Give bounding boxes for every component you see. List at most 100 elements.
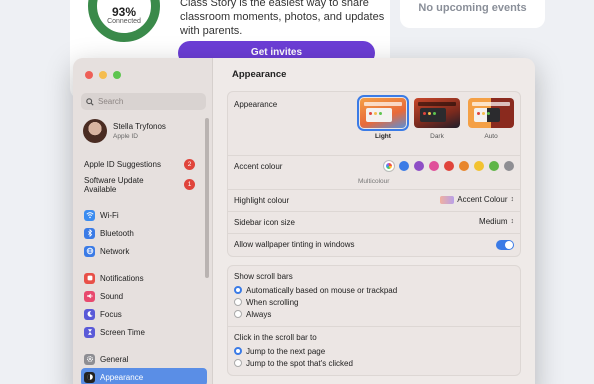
highlight-colour-label: Highlight colour xyxy=(234,196,290,205)
radio-scroll-always[interactable]: Always xyxy=(234,308,514,320)
speaker-icon xyxy=(84,290,95,302)
sidebar-icon-size-row: Sidebar icon size Medium ↕ xyxy=(228,212,520,234)
page-title: Appearance xyxy=(232,69,287,80)
click-scroll-bar-title: Click in the scroll bar to xyxy=(234,333,317,342)
notification-badge: 1 xyxy=(184,179,195,190)
click-scroll-bar-row: Click in the scroll bar to Jump to the n… xyxy=(228,327,520,375)
wallpaper-tinting-toggle[interactable] xyxy=(496,240,514,250)
radio-jump-next-page[interactable]: Jump to the next page xyxy=(234,345,514,357)
sidebar-item-notifications[interactable]: Notifications xyxy=(81,269,207,287)
sidebar-icon-size-value: Medium xyxy=(479,217,508,226)
notices-list: Apple ID Suggestions 2 Software Update A… xyxy=(81,155,207,197)
dark-preview xyxy=(414,98,460,128)
sidebar-item-label: Apple ID Suggestions xyxy=(84,159,161,169)
sidebar-item-label: Software Update Available xyxy=(84,176,144,194)
close-window-button[interactable] xyxy=(85,71,93,79)
accent-colour-row: Accent colour Multicolour xyxy=(228,156,520,190)
apple-id-profile[interactable]: Stella Tryfonos Apple ID xyxy=(83,119,166,143)
accent-swatch-orange[interactable] xyxy=(459,161,469,171)
appearance-option-label: Auto xyxy=(484,133,498,140)
ring-percent: 93% xyxy=(111,5,137,19)
sidebar-item-sound[interactable]: Sound xyxy=(81,287,207,305)
appearance-option-dark[interactable]: Dark xyxy=(414,98,460,140)
system-settings-window: Search Stella Tryfonos Apple ID Apple ID… xyxy=(73,58,535,384)
appearance-option-light[interactable]: Light xyxy=(357,95,409,140)
moon-icon xyxy=(84,308,95,320)
ring-label: Connected xyxy=(107,18,141,25)
accent-swatch-pink[interactable] xyxy=(429,161,439,171)
search-placeholder: Search xyxy=(98,97,124,106)
bluetooth-icon xyxy=(84,227,95,239)
sidebar-item-appearance[interactable]: Appearance xyxy=(81,368,207,384)
notification-badge: 2 xyxy=(184,159,195,170)
appearance-options: Light Dark Auto xyxy=(357,95,514,140)
show-scroll-bars-title: Show scroll bars xyxy=(234,272,293,281)
appearance-option-label: Dark xyxy=(430,133,444,140)
sidebar-scrollbar[interactable] xyxy=(205,118,209,278)
general-group: General Appearance xyxy=(81,350,207,384)
accent-colour-picker xyxy=(384,161,514,171)
radio-scroll-when-scrolling[interactable]: When scrolling xyxy=(234,296,514,308)
search-icon xyxy=(86,97,94,106)
sidebar-item-focus[interactable]: Focus xyxy=(81,305,207,323)
notifications-group: Notifications Sound Focus Screen Time xyxy=(81,269,207,341)
sidebar-item-label: Appearance xyxy=(100,372,144,382)
highlight-swatch xyxy=(440,195,455,204)
sidebar-item-bluetooth[interactable]: Bluetooth xyxy=(81,224,207,242)
appearance-option-auto[interactable]: Auto xyxy=(468,98,514,140)
highlight-colour-row: Highlight colour Accent Colour ↕ xyxy=(228,190,520,212)
sidebar-item-screen-time[interactable]: Screen Time xyxy=(81,323,207,341)
sidebar-icon-size-select[interactable]: Medium ↕ xyxy=(479,217,514,226)
chevron-updown-icon: ↕ xyxy=(510,196,515,203)
class-story-text: Class Story is the easiest way to share … xyxy=(180,0,385,37)
sidebar-item-label: Focus xyxy=(100,309,122,319)
radio-scroll-automatic[interactable]: Automatically based on mouse or trackpad xyxy=(234,284,514,296)
auto-preview xyxy=(468,98,514,128)
radio-label: Jump to the spot that's clicked xyxy=(246,358,353,368)
radio-label: Jump to the next page xyxy=(246,346,326,356)
search-input[interactable]: Search xyxy=(81,93,206,110)
radio-label: When scrolling xyxy=(246,297,299,307)
network-group: Wi-Fi Bluetooth Network xyxy=(81,206,207,260)
highlight-colour-select[interactable]: Accent Colour ↕ xyxy=(440,195,514,204)
accent-swatch-multicolour[interactable] xyxy=(384,161,394,171)
radio-label: Automatically based on mouse or trackpad xyxy=(246,285,398,295)
upcoming-events-card: No upcoming events xyxy=(400,0,545,28)
multicolour-caption: Multicolour xyxy=(358,178,390,185)
zoom-window-button[interactable] xyxy=(113,71,121,79)
sidebar-item-general[interactable]: General xyxy=(81,350,207,368)
bell-icon xyxy=(84,272,95,284)
hourglass-icon xyxy=(84,326,95,338)
appearance-row: Appearance Light Dark Auto xyxy=(228,92,520,156)
accent-swatch-yellow[interactable] xyxy=(474,161,484,171)
sidebar-item-label: Screen Time xyxy=(100,327,145,337)
appearance-settings-panel: Appearance Light Dark Auto Accent colour… xyxy=(227,91,521,257)
radio-jump-to-spot[interactable]: Jump to the spot that's clicked xyxy=(234,357,514,369)
sidebar-item-label: Network xyxy=(100,246,130,256)
accent-swatch-purple[interactable] xyxy=(414,161,424,171)
scroll-bars-panel: Show scroll bars Automatically based on … xyxy=(227,265,521,376)
upcoming-events-label: No upcoming events xyxy=(418,2,527,14)
window-controls xyxy=(85,71,121,79)
wallpaper-tinting-row: Allow wallpaper tinting in windows xyxy=(228,234,520,256)
sidebar-item-network[interactable]: Network xyxy=(81,242,207,260)
accent-swatch-graphite[interactable] xyxy=(504,161,514,171)
appearance-label: Appearance xyxy=(234,100,278,109)
radio-label: Always xyxy=(246,309,272,319)
appearance-option-label: Light xyxy=(375,133,391,140)
accent-swatch-blue[interactable] xyxy=(399,161,409,171)
accent-swatch-red[interactable] xyxy=(444,161,454,171)
sidebar-item-label: Bluetooth xyxy=(100,228,134,238)
accent-swatch-green[interactable] xyxy=(489,161,499,171)
main-content: Appearance Appearance Light Dark Auto Ac… xyxy=(213,58,535,384)
wifi-icon xyxy=(84,209,95,221)
sidebar-item-wifi[interactable]: Wi-Fi xyxy=(81,206,207,224)
sidebar-item-apple-id-suggestions[interactable]: Apple ID Suggestions 2 xyxy=(81,155,207,173)
wallpaper-tinting-toggle-wrap xyxy=(496,240,514,250)
sidebar-item-label: Wi-Fi xyxy=(100,210,119,220)
accent-colour-label: Accent colour xyxy=(234,162,283,171)
minimize-window-button[interactable] xyxy=(99,71,107,79)
profile-name: Stella Tryfonos xyxy=(113,121,166,131)
sidebar-item-label: Notifications xyxy=(100,273,144,283)
sidebar-item-software-update[interactable]: Software Update Available 1 xyxy=(81,173,207,197)
